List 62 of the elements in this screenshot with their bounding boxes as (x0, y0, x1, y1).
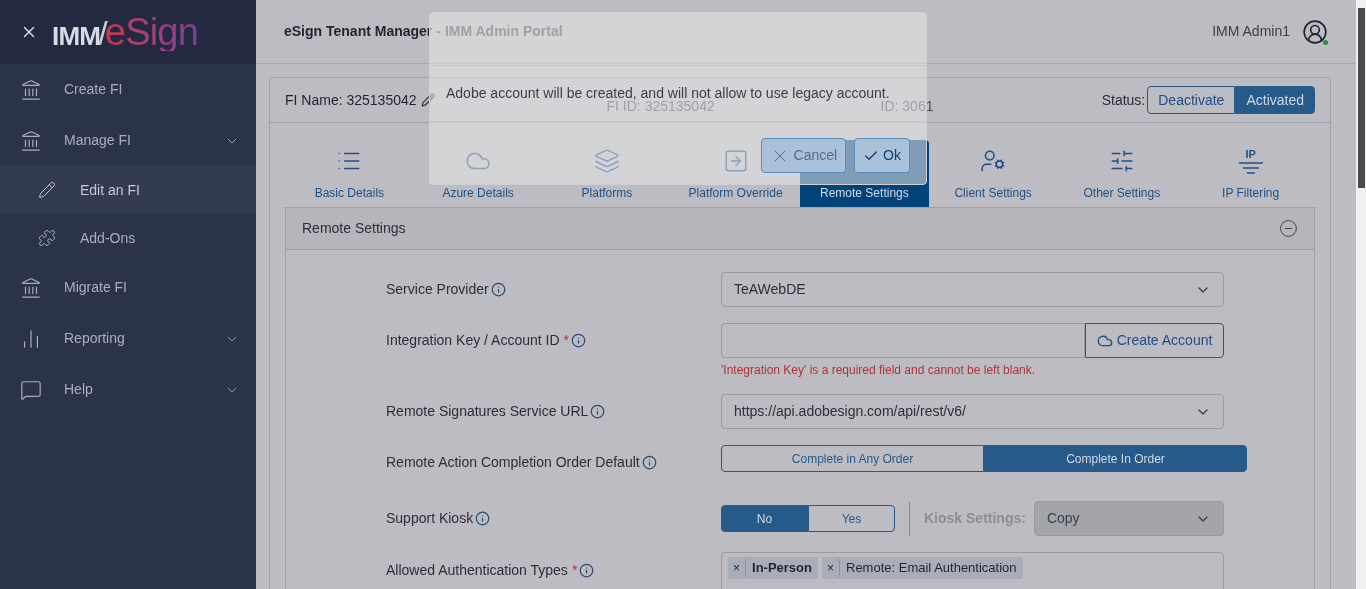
panel-title: Remote Settings (302, 219, 406, 238)
tag-remove-button[interactable]: × (728, 559, 746, 577)
status-label: Status: (1101, 90, 1146, 110)
tab[interactable]: Azure Details (413, 140, 543, 207)
field-label: Allowed Authentication Types (386, 561, 568, 580)
puzzle-icon (38, 229, 56, 247)
info-icon[interactable] (641, 455, 657, 470)
collapse-icon[interactable] (1279, 219, 1298, 238)
user-avatar-icon[interactable] (1302, 18, 1328, 45)
required-mark: * (571, 561, 578, 580)
info-icon[interactable] (571, 333, 586, 348)
segment-option[interactable]: Complete in Any Order (721, 445, 984, 472)
tab[interactable]: Basic Details (285, 140, 414, 207)
field-label: Remote Signatures Service URL (386, 402, 589, 421)
bank-icon (20, 78, 42, 101)
select-field[interactable]: TeAWebDE (721, 272, 1224, 307)
segment-option[interactable]: Complete In Order (984, 445, 1247, 472)
field-label: Service Provider (386, 280, 489, 299)
tag-remove-button[interactable]: × (822, 559, 840, 577)
status-option[interactable]: Activated (1235, 86, 1315, 114)
tab[interactable]: Client Settings (928, 140, 1058, 207)
help-icon (20, 378, 42, 401)
input-field[interactable] (721, 323, 1085, 358)
ok-button[interactable]: Ok (854, 138, 910, 173)
create-account-button[interactable]: Create Account (1085, 323, 1224, 358)
bank-icon (20, 276, 42, 299)
tab[interactable]: Other Settings (1057, 140, 1187, 207)
tag: × In-Person (728, 557, 818, 579)
info-icon[interactable] (490, 282, 506, 297)
user-gear-icon (980, 148, 1007, 174)
user-name: IMM Admin1 (1212, 22, 1290, 41)
info-icon[interactable] (475, 511, 491, 526)
field-label: Integration Key / Account ID (386, 331, 560, 350)
info-icon[interactable] (590, 404, 606, 419)
edit-icon[interactable] (420, 93, 435, 107)
tab[interactable]: IP IP Filtering (1186, 140, 1315, 207)
field-label: Remote Action Completion Order Default (386, 453, 640, 472)
fi-name: FI Name: 325135042 (285, 90, 417, 110)
required-mark: * (563, 331, 569, 350)
app-title: eSign Tenant Manager (284, 22, 433, 41)
arrow-box-icon (722, 148, 749, 174)
sidebar-item[interactable]: Manage FI (0, 115, 256, 166)
segment-option[interactable]: No (721, 505, 808, 532)
tab[interactable]: Platforms (542, 140, 672, 207)
select-field[interactable]: https://api.adobesign.com/api/rest/v6/ (721, 394, 1224, 429)
sidebar-item[interactable]: Help (0, 364, 256, 415)
info-icon[interactable] (579, 563, 595, 578)
sidebar-item[interactable]: Reporting (0, 313, 256, 364)
layers-icon (593, 148, 620, 174)
field-label: Support Kiosk (386, 509, 474, 528)
status-option[interactable]: Deactivate (1147, 86, 1236, 114)
pencil-icon (38, 181, 56, 199)
tags-field[interactable]: × In-Person × Remote: Email Authentication (721, 552, 1224, 589)
error-message: 'Integration Key' is a required field and cannot be left blank. (721, 362, 1037, 379)
tag: × Remote: Email Authentication (822, 557, 1023, 579)
sidebar-item[interactable]: Create FI (0, 64, 256, 115)
segment-option[interactable]: Yes (808, 505, 895, 532)
sidebar-item[interactable]: Migrate FI (0, 262, 256, 313)
sidebar-subitem[interactable]: Edit an FI (0, 166, 256, 214)
sidebar-subitem[interactable]: Add-Ons (0, 214, 256, 262)
dialog-message: Adobe account will be created, and will not allow to use legacy account. (446, 86, 890, 100)
bank-icon (20, 129, 42, 152)
